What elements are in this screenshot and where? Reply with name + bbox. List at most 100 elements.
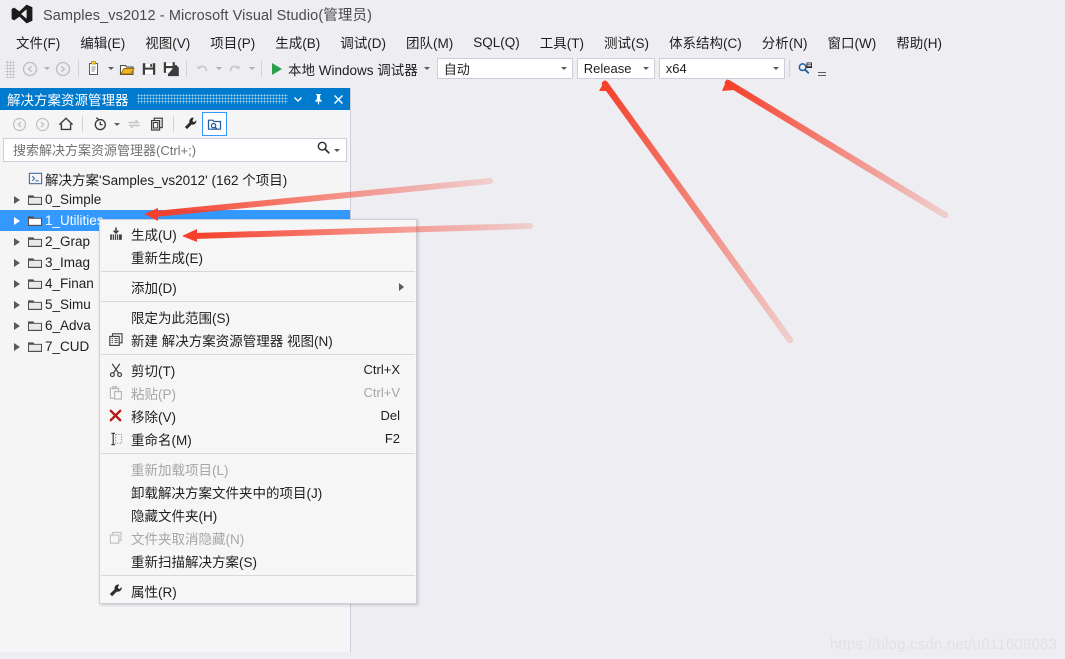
debug-type-dropdown[interactable]: 自动	[436, 58, 573, 79]
build-icon	[100, 226, 131, 242]
chevron-right-icon[interactable]	[8, 342, 25, 351]
menu-view[interactable]: 视图(V)	[135, 30, 200, 54]
context-menu-item-cut[interactable]: 剪切(T) Ctrl+X	[100, 358, 416, 381]
redo-icon[interactable]	[224, 58, 246, 80]
search-icon[interactable]	[316, 140, 331, 160]
chevron-right-icon[interactable]	[8, 216, 25, 225]
tree-row-0-simple[interactable]: 0_Simple	[0, 189, 350, 210]
navigate-back-icon[interactable]	[19, 58, 41, 80]
context-menu-shortcut: Ctrl+V	[363, 385, 400, 400]
status-strip-area	[0, 652, 350, 659]
properties-wrench-icon[interactable]	[179, 113, 202, 135]
pin-icon[interactable]	[308, 89, 328, 109]
undo-caret-icon[interactable]	[213, 58, 224, 80]
new-project-icon[interactable]	[83, 58, 105, 80]
menu-file[interactable]: 文件(F)	[6, 30, 70, 54]
platform-dropdown[interactable]: x64	[658, 58, 785, 79]
window-title: Samples_vs2012 - Microsoft Visual Studio…	[43, 7, 372, 24]
start-debugging-button[interactable]: 本地 Windows 调试器	[266, 58, 422, 80]
solution-explorer-toolbar	[0, 110, 350, 138]
menu-edit[interactable]: 编辑(E)	[70, 30, 135, 54]
menu-sql[interactable]: SQL(Q)	[463, 33, 530, 52]
context-menu-label: 重新加载项目(L)	[131, 462, 229, 478]
context-menu-item-scope-to-this[interactable]: 限定为此范围(S)	[100, 305, 416, 328]
show-all-files-icon[interactable]	[202, 112, 227, 136]
context-menu-item-build[interactable]: 生成(U)	[100, 222, 416, 245]
tree-item-label: 7_CUD	[45, 339, 90, 354]
context-menu-item-remove[interactable]: 移除(V) Del	[100, 404, 416, 427]
menu-architecture[interactable]: 体系结构(C)	[659, 30, 752, 54]
platform-value: x64	[665, 61, 687, 76]
chevron-right-icon[interactable]	[8, 195, 25, 204]
chevron-right-icon[interactable]	[8, 321, 25, 330]
project-context-menu: 生成(U) 重新生成(E) 添加(D) 限定为此范围(S) 新建 解决方案资源管…	[99, 219, 417, 604]
sync-with-active-document-icon[interactable]	[122, 113, 145, 135]
folder-icon	[25, 298, 45, 312]
menu-team[interactable]: 团队(M)	[396, 30, 463, 54]
start-debugging-caret-icon[interactable]	[422, 58, 433, 80]
context-menu-label: 文件夹取消隐藏(N)	[131, 531, 245, 547]
panel-drag-dots[interactable]	[136, 94, 288, 104]
search-options-caret-icon[interactable]	[331, 139, 342, 161]
solution-icon	[25, 171, 45, 186]
context-menu-item-rename[interactable]: 重命名(M) F2	[100, 427, 416, 450]
context-menu-item-add[interactable]: 添加(D)	[100, 275, 416, 298]
chevron-right-icon[interactable]	[8, 300, 25, 309]
editor-workspace	[351, 83, 1065, 659]
configuration-dropdown[interactable]: Release	[576, 58, 655, 79]
solution-explorer-search[interactable]	[3, 138, 347, 162]
close-icon[interactable]	[328, 89, 348, 109]
context-menu-item-rebuild[interactable]: 重新生成(E)	[100, 245, 416, 268]
menu-help[interactable]: 帮助(H)	[886, 30, 952, 54]
toolbar-grip[interactable]	[5, 59, 15, 78]
context-menu-item-new-solution-explorer-view[interactable]: 新建 解决方案资源管理器 视图(N)	[100, 328, 416, 351]
context-menu-label: 重新生成(E)	[131, 250, 203, 266]
undo-icon[interactable]	[191, 58, 213, 80]
context-menu-item-rescan-solution[interactable]: 重新扫描解决方案(S)	[100, 549, 416, 572]
save-icon[interactable]	[138, 58, 160, 80]
menu-analyze[interactable]: 分析(N)	[752, 30, 818, 54]
menu-debug[interactable]: 调试(D)	[330, 30, 396, 54]
chevron-down-icon	[770, 67, 782, 70]
configuration-value: Release	[583, 61, 632, 76]
menu-test[interactable]: 测试(S)	[594, 30, 659, 54]
pending-changes-icon[interactable]	[88, 113, 111, 135]
menu-separator	[101, 453, 415, 454]
redo-caret-icon[interactable]	[246, 58, 257, 80]
chevron-right-icon[interactable]	[8, 237, 25, 246]
context-menu-label: 属性(R)	[131, 584, 177, 600]
context-menu-item-hide-folder[interactable]: 隐藏文件夹(H)	[100, 503, 416, 526]
menu-project[interactable]: 项目(P)	[200, 30, 265, 54]
menu-tools[interactable]: 工具(T)	[530, 30, 594, 54]
navigate-back-caret-icon[interactable]	[41, 58, 52, 80]
new-view-icon	[100, 332, 131, 348]
paste-icon	[100, 385, 131, 401]
chevron-right-icon[interactable]	[8, 258, 25, 267]
menu-window[interactable]: 窗口(W)	[818, 30, 887, 54]
context-menu-shortcut: F2	[384, 431, 400, 446]
navigate-forward-icon[interactable]	[52, 58, 74, 80]
context-menu-item-properties[interactable]: 属性(R)	[100, 579, 416, 602]
context-menu-item-unload-projects-in-solution-folder[interactable]: 卸载解决方案文件夹中的项目(J)	[100, 480, 416, 503]
chevron-down-icon[interactable]	[288, 89, 308, 109]
unhide-folder-icon	[100, 530, 131, 546]
new-project-caret-icon[interactable]	[105, 58, 116, 80]
context-menu-item-reload-project: 重新加载项目(L)	[100, 457, 416, 480]
toolbar-overflow-icon[interactable]	[816, 56, 828, 81]
home-icon[interactable]	[54, 113, 77, 135]
folder-icon	[25, 319, 45, 333]
pending-changes-caret-icon[interactable]	[111, 113, 122, 135]
folder-icon	[25, 256, 45, 270]
refresh-icon[interactable]	[145, 113, 168, 135]
context-menu-label: 重命名(M)	[131, 432, 192, 448]
find-in-files-icon[interactable]	[794, 58, 816, 80]
standard-toolbar: 本地 Windows 调试器 自动 Release x64	[0, 55, 1065, 83]
tree-row-solution[interactable]: 解决方案'Samples_vs2012' (162 个项目)	[0, 168, 350, 189]
open-file-icon[interactable]	[116, 58, 138, 80]
save-all-icon[interactable]	[160, 58, 182, 80]
search-input[interactable]	[11, 141, 316, 159]
chevron-right-icon[interactable]	[8, 279, 25, 288]
menu-build[interactable]: 生成(B)	[265, 30, 330, 54]
back-icon[interactable]	[8, 113, 31, 135]
forward-icon[interactable]	[31, 113, 54, 135]
